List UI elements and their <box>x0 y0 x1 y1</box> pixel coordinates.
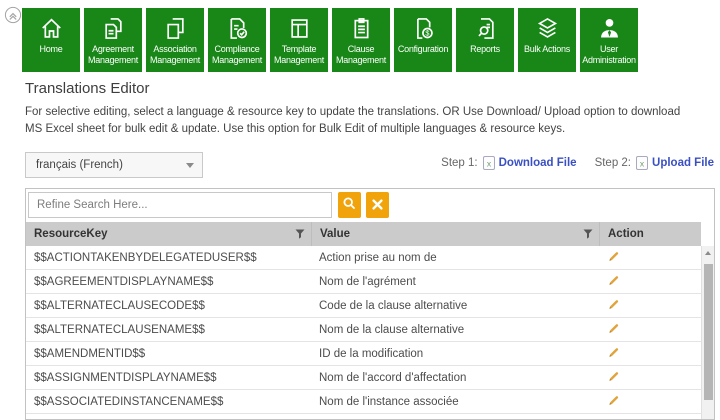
compliance-icon <box>224 13 251 43</box>
association-icon <box>162 13 189 43</box>
edit-button[interactable] <box>607 250 620 266</box>
nav-tile-configuration[interactable]: $ Configuration <box>394 8 452 72</box>
pencil-icon <box>607 274 620 290</box>
table-row: $$ASSIGNMENTDISPLAYNAME$$ Nom de l'accor… <box>26 366 701 390</box>
nav-tile-label: Clause Management <box>332 44 390 66</box>
nav-tile-home[interactable]: Home <box>22 8 80 72</box>
bulk-actions-icon <box>534 13 561 43</box>
agreement-icon <box>100 13 127 43</box>
nav-tile-clause[interactable]: Clause Management <box>332 8 390 72</box>
download-file-link[interactable]: Download File <box>499 157 577 169</box>
nav-tile-label: User Administration <box>580 44 638 66</box>
nav-tile-label: Association Management <box>146 44 204 66</box>
table-row: $$ALTERNATECLAUSECODE$$ Code de la claus… <box>26 294 701 318</box>
nav-tile-label: Template Management <box>270 44 328 66</box>
language-dropdown-value: français (French) <box>36 159 186 171</box>
resource-key-cell: $$ALTERNATECLAUSECODE$$ <box>26 300 311 312</box>
column-header-action: Action <box>599 222 701 246</box>
scroll-up-icon[interactable] <box>705 251 711 255</box>
edit-button[interactable] <box>607 298 620 314</box>
nav-tile-user-administration[interactable]: User Administration <box>580 8 638 72</box>
pencil-icon <box>607 370 620 386</box>
nav-tile-association[interactable]: Association Management <box>146 8 204 72</box>
nav-tile-bulk-actions[interactable]: Bulk Actions <box>518 8 576 72</box>
scrollbar-thumb[interactable] <box>704 264 713 400</box>
nav-tile-template[interactable]: Template Management <box>270 8 328 72</box>
translations-editor-page: Home Agreement Management Association Ma… <box>0 0 720 420</box>
value-cell: Nom de l'accord d'affectation <box>311 372 599 384</box>
resource-key-cell: $$ALTERNATECLAUSENAME$$ <box>26 324 311 336</box>
column-header-value: Value <box>311 222 599 246</box>
reports-icon <box>472 13 499 43</box>
excel-file-icon: x <box>483 156 495 170</box>
edit-button[interactable] <box>607 322 620 338</box>
resource-key-cell: $$AGREEMENTDISPLAYNAME$$ <box>26 276 311 288</box>
resource-key-cell: $$ASSIGNMENTDISPLAYNAME$$ <box>26 372 311 384</box>
value-cell: Nom de l'instance associée <box>311 396 599 408</box>
nav-tile-compliance[interactable]: Compliance Management <box>208 8 266 72</box>
pencil-icon <box>607 346 620 362</box>
edit-button[interactable] <box>607 274 620 290</box>
excel-file-icon: x <box>636 156 648 170</box>
value-cell: Code de la clause alternative <box>311 300 599 312</box>
svg-text:$: $ <box>425 28 429 37</box>
table-row: $$AMENDMENTID$$ ID de la modification <box>26 342 701 366</box>
value-cell: ID de la modification <box>311 348 599 360</box>
nav-tile-label: Compliance Management <box>208 44 266 66</box>
bulk-edit-steps: Step 1: x Download File Step 2: x Upload… <box>441 156 714 170</box>
page-description: For selective editing, select a language… <box>25 104 693 138</box>
nav-tile-label: Configuration <box>394 44 452 55</box>
step1-label: Step 1: <box>441 157 477 169</box>
resource-key-cell: $$ASSOCIATEDINSTANCENAME$$ <box>26 396 311 408</box>
resource-key-cell: $$ACTIONTAKENBYDELEGATEDUSER$$ <box>26 252 311 264</box>
edit-button[interactable] <box>607 394 620 410</box>
filter-icon[interactable] <box>583 229 593 239</box>
user-administration-icon <box>596 13 623 43</box>
nav-tile-reports[interactable]: Reports <box>456 8 514 72</box>
pencil-icon <box>607 322 620 338</box>
translations-grid: ResourceKey Value Action $$ACTIONTAKENBY… <box>25 188 715 420</box>
table-header: ResourceKey Value Action <box>26 222 701 246</box>
close-icon <box>372 198 383 213</box>
table-row: $$ALTERNATECLAUSENAME$$ Nom de la clause… <box>26 318 701 342</box>
search-input[interactable] <box>28 192 332 218</box>
page-title: Translations Editor <box>25 80 150 97</box>
pencil-icon <box>607 298 620 314</box>
search-icon <box>342 196 357 214</box>
clause-icon <box>348 13 375 43</box>
configuration-icon: $ <box>410 13 437 43</box>
column-header-resourcekey: ResourceKey <box>26 222 311 246</box>
table-row: $$ASSOCIATEDINSTANCENAME$$ Nom de l'inst… <box>26 390 701 414</box>
template-icon <box>286 13 313 43</box>
clear-search-button[interactable] <box>366 192 389 218</box>
step2-label: Step 2: <box>595 157 631 169</box>
edit-button[interactable] <box>607 346 620 362</box>
value-cell: Nom de la clause alternative <box>311 324 599 336</box>
nav-tile-label: Home <box>22 44 80 55</box>
table-row: $$ACTIONTAKENBYDELEGATEDUSER$$ Action pr… <box>26 246 701 270</box>
chevron-down-icon <box>186 163 194 168</box>
filter-icon[interactable] <box>295 229 305 239</box>
table-row: $$AGREEMENTDISPLAYNAME$$ Nom de l'agréme… <box>26 270 701 294</box>
resource-key-cell: $$AMENDMENTID$$ <box>26 348 311 360</box>
nav-tile-label: Reports <box>456 44 514 55</box>
collapse-nav-icon[interactable] <box>4 6 22 24</box>
pencil-icon <box>607 250 620 266</box>
edit-button[interactable] <box>607 370 620 386</box>
value-cell: Nom de l'agrément <box>311 276 599 288</box>
nav-tile-label: Agreement Management <box>84 44 142 66</box>
value-cell: Action prise au nom de <box>311 252 599 264</box>
nav-tile-label: Bulk Actions <box>518 44 576 55</box>
language-dropdown[interactable]: français (French) <box>25 152 203 178</box>
nav-tile-agreement[interactable]: Agreement Management <box>84 8 142 72</box>
upload-file-link[interactable]: Upload File <box>652 157 714 169</box>
main-navigation: Home Agreement Management Association Ma… <box>22 8 638 72</box>
pencil-icon <box>607 394 620 410</box>
vertical-scrollbar[interactable] <box>701 246 714 419</box>
home-icon <box>38 13 65 43</box>
search-button[interactable] <box>338 192 361 218</box>
table-body: $$ACTIONTAKENBYDELEGATEDUSER$$ Action pr… <box>26 246 701 414</box>
grid-search-bar <box>28 192 389 218</box>
